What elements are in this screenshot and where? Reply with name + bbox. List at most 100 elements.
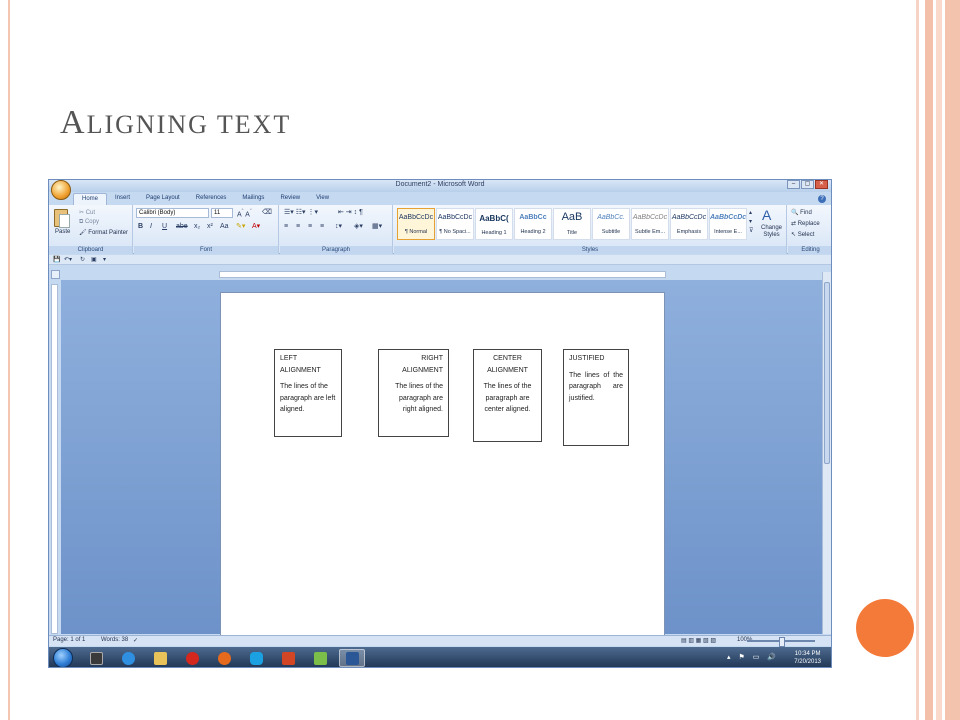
tab-view[interactable]: View xyxy=(308,193,337,205)
align-right-icon[interactable]: ≡ xyxy=(308,222,312,231)
taskbar-firefox-icon[interactable] xyxy=(211,649,237,667)
strikethrough-button[interactable]: abe xyxy=(176,222,188,231)
taskbar-word-icon[interactable] xyxy=(339,649,365,667)
change-styles-icon[interactable]: A xyxy=(762,207,771,223)
tab-references[interactable]: References xyxy=(188,193,235,205)
paste-button[interactable]: Paste xyxy=(55,229,70,235)
justify-icon[interactable]: ≡ xyxy=(320,222,324,231)
slide-title-initial: A xyxy=(60,104,87,141)
taskbar-media-icon[interactable] xyxy=(83,649,109,667)
style-subtle-emphasis[interactable]: AaBbCcDc Subtle Em... xyxy=(631,208,669,240)
borders-icon[interactable]: ▦▾ xyxy=(372,222,382,231)
change-case-button[interactable]: Aa xyxy=(220,222,229,231)
tab-review[interactable]: Review xyxy=(272,193,308,205)
clock-date: 7/20/2013 xyxy=(794,659,821,665)
style-normal[interactable]: AaBbCcDc ¶ Normal xyxy=(397,208,435,240)
undo-icon[interactable]: ↶▾ xyxy=(64,256,72,263)
grow-font-icon[interactable]: Aˆ Aˇ xyxy=(237,208,252,219)
save-icon[interactable]: 💾 xyxy=(53,256,60,263)
highlight-icon[interactable]: ✎▾ xyxy=(236,222,245,231)
font-name-select[interactable]: Calibri (Body) xyxy=(136,208,209,218)
help-icon[interactable]: ? xyxy=(818,195,826,203)
styles-label: Styles xyxy=(394,246,786,254)
print-icon[interactable]: ▣ xyxy=(91,256,97,263)
style-title[interactable]: AaB Title xyxy=(553,208,591,240)
taskbar-skype-icon[interactable] xyxy=(243,649,269,667)
style-heading-1[interactable]: AaBbC(Heading 1 xyxy=(475,208,513,240)
box-heading: CENTER ALIGNMENT xyxy=(487,355,528,374)
format-painter-button[interactable]: 🖌 Format Painter xyxy=(79,229,128,236)
page-count[interactable]: Page: 1 of 1 xyxy=(53,637,85,643)
tab-page-layout[interactable]: Page Layout xyxy=(138,193,188,205)
ribbon-tabs: Home Insert Page Layout References Maili… xyxy=(73,193,337,205)
bold-button[interactable]: B xyxy=(138,222,143,231)
select-button[interactable]: ↖ Select xyxy=(791,231,814,238)
box-body: The lines of the paragraph are justified… xyxy=(569,371,623,402)
tab-insert[interactable]: Insert xyxy=(107,193,138,205)
taskbar-powerpoint-icon[interactable] xyxy=(275,649,301,667)
decorative-circle xyxy=(856,599,914,657)
replace-button[interactable]: ⇄ Replace xyxy=(791,220,820,227)
status-bar: Page: 1 of 1 Words: 38 ✓ ▤ ▥ ▦ ▧ ▨ 100% xyxy=(49,635,831,647)
close-button[interactable]: ✕ xyxy=(815,180,828,189)
align-center-icon[interactable]: ≡ xyxy=(296,222,300,231)
paste-icon[interactable] xyxy=(54,209,70,228)
slide-right-stripes xyxy=(916,0,960,720)
document-page[interactable]: LEFT ALIGNMENT The lines of the paragrap… xyxy=(220,292,665,642)
office-button[interactable] xyxy=(51,180,71,200)
taskbar-opera-icon[interactable] xyxy=(179,649,205,667)
view-buttons[interactable]: ▤ ▥ ▦ ▧ ▨ xyxy=(681,637,716,644)
change-styles-button[interactable]: Change Styles xyxy=(758,225,785,239)
shading-icon[interactable]: ◈▾ xyxy=(354,222,363,231)
style-emphasis[interactable]: AaBbCcDc Emphasis xyxy=(670,208,708,240)
bullets-icon[interactable]: ☰▾ ☷▾ ⋮▾ xyxy=(284,208,318,217)
proofing-icon[interactable]: ✓ xyxy=(133,637,138,644)
word-window: Document2 - Microsoft Word – ▢ ✕ Home In… xyxy=(48,179,832,668)
style-intense-emphasis[interactable]: AaBbCcDc Intense E... xyxy=(709,208,747,240)
redo-icon[interactable]: ↻ xyxy=(80,256,85,263)
maximize-button[interactable]: ▢ xyxy=(801,180,814,189)
find-button[interactable]: 🔍 Find xyxy=(791,209,812,216)
font-color-icon[interactable]: A▾ xyxy=(252,222,260,231)
zoom-slider[interactable] xyxy=(747,637,815,647)
underline-button[interactable]: U xyxy=(162,222,167,231)
clear-format-icon[interactable]: ⌫ xyxy=(262,208,272,217)
taskbar-clock[interactable]: 10:34 PM 7/20/2013 xyxy=(794,650,821,666)
slide-left-border xyxy=(0,0,10,720)
taskbar-paint-icon[interactable] xyxy=(307,649,333,667)
taskbar-explorer-icon[interactable] xyxy=(147,649,173,667)
ribbon: Paste ✂ Cut ⧉ Copy 🖌 Format Painter Clip… xyxy=(49,205,831,254)
horizontal-ruler[interactable] xyxy=(219,271,666,278)
align-left-icon[interactable]: ≡ xyxy=(284,222,288,231)
copy-button[interactable]: ⧉ Copy xyxy=(79,219,99,226)
start-button[interactable] xyxy=(53,648,73,667)
font-size-select[interactable]: 11 xyxy=(211,208,233,218)
vertical-scrollbar[interactable] xyxy=(822,272,831,634)
word-count[interactable]: Words: 38 xyxy=(101,637,128,643)
justified-box: JUSTIFIED The lines of the paragraph are… xyxy=(563,349,629,446)
style-heading-2[interactable]: AaBbCc Heading 2 xyxy=(514,208,552,240)
cut-button[interactable]: ✂ Cut xyxy=(79,209,95,216)
box-heading: JUSTIFIED xyxy=(569,355,605,362)
superscript-button[interactable]: x² xyxy=(207,222,213,231)
box-body: The lines of the paragraph are left alig… xyxy=(280,383,336,413)
taskbar: ▴ ⚑ ▭ 🔊 10:34 PM 7/20/2013 xyxy=(49,647,831,667)
quick-access-toolbar: 💾 ↶▾ ↻ ▣ ▾ xyxy=(49,255,831,265)
styles-scroll-icon[interactable]: ▴ ▾ ⊽ xyxy=(749,209,753,236)
slide-title-rest: ligning text xyxy=(86,110,292,139)
tab-home[interactable]: Home xyxy=(73,193,108,205)
indent-icons[interactable]: ⇤ ⇥ ↕ ¶ xyxy=(338,208,363,217)
customize-qat-icon[interactable]: ▾ xyxy=(103,256,106,263)
minimize-button[interactable]: – xyxy=(787,180,800,189)
style-subtitle[interactable]: AaBbCc. Subtitle xyxy=(592,208,630,240)
taskbar-ie-icon[interactable] xyxy=(115,649,141,667)
system-tray-icons[interactable]: ▴ ⚑ ▭ 🔊 xyxy=(727,653,779,661)
line-spacing-icon[interactable]: ↕▾ xyxy=(335,222,342,231)
tab-selector[interactable] xyxy=(51,270,60,279)
vertical-ruler[interactable] xyxy=(51,284,58,634)
tab-mailings[interactable]: Mailings xyxy=(234,193,272,205)
scroll-thumb[interactable] xyxy=(824,282,830,464)
subscript-button[interactable]: x₂ xyxy=(194,222,200,231)
style-no-spacing[interactable]: AaBbCcDc ¶ No Spaci... xyxy=(436,208,474,240)
italic-button[interactable]: I xyxy=(150,222,152,231)
